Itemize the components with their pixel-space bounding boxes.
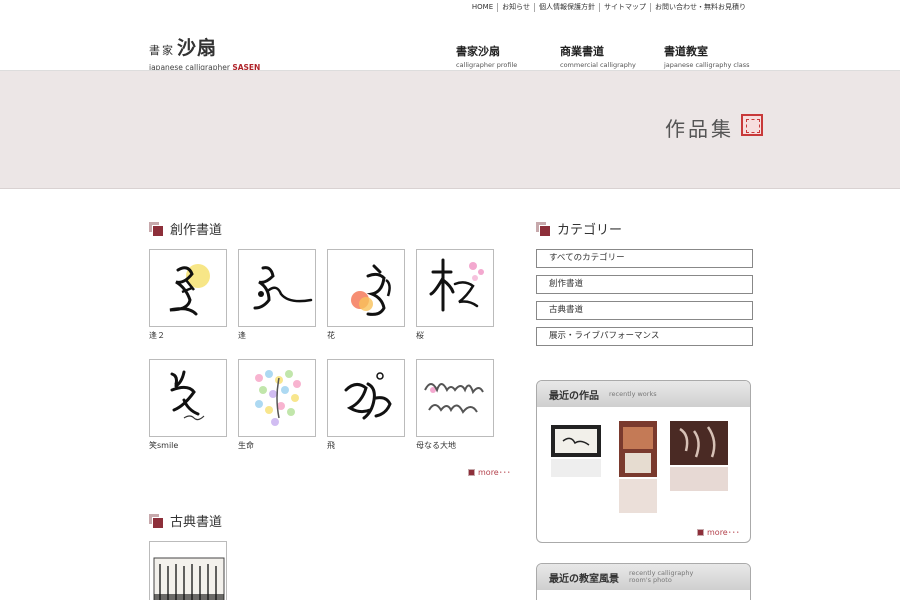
util-link-news[interactable]: お知らせ [497,3,534,12]
work-caption: 飛 [327,441,335,450]
nav-item-sublabel: japanese calligraphy class [664,61,750,69]
work-item[interactable]: 桜 [416,249,494,359]
recent-works-more-link[interactable]: more･･･ [697,527,740,538]
calligraphy-artwork-icon[interactable] [327,249,405,327]
nav-item-class[interactable]: 書道教室 japanese calligraphy class [664,43,768,69]
calligraphy-artwork-icon[interactable] [416,359,494,437]
calligraphy-artwork-icon[interactable] [327,359,405,437]
section-heading-category: カテゴリー [536,219,622,238]
category-item[interactable]: 古典書道 [536,301,753,320]
recent-work-photo[interactable] [670,421,728,491]
nav-item-sublabel: calligrapher profile [456,61,518,69]
work-caption: 笑smile [149,441,179,450]
recent-class-header: 最近の教室風景 recently calligraphy room's photo [537,564,750,590]
section-title: 創作書道 [170,223,223,238]
nav-item-profile[interactable]: 書家沙扇 calligrapher profile [456,43,560,69]
section-heading-classic: 古典書道 [149,511,222,530]
more-square-icon [468,469,475,476]
nav-item-commercial[interactable]: 商業書道 commercial calligraphy [560,43,664,69]
work-caption: 花 [327,331,335,340]
more-label: more･･･ [707,528,740,537]
work-item[interactable]: 飛 [327,359,405,469]
recent-works-header: 最近の作品 recently works [537,381,750,407]
section-title: カテゴリー [557,223,623,238]
box-title: 最近の教室風景 [549,573,619,585]
main-nav: 書家沙扇 calligrapher profile 商業書道 commercia… [456,43,768,69]
work-caption: 逢２ [149,331,165,340]
category-list: すべてのカテゴリー 創作書道 古典書道 展示・ライブパフォーマンス [536,249,753,353]
bullet-square-icon [149,222,164,237]
box-title: 最近の作品 [549,390,599,402]
recent-work-photo[interactable] [549,421,603,481]
hero-banner: 作品集 [0,70,900,189]
logo-small-text: 書家 [149,44,175,57]
page-title: 作品集 [665,117,734,141]
work-item[interactable]: 逢 [238,249,316,359]
section-title: 古典書道 [170,515,223,530]
bullet-square-icon [149,514,164,529]
category-item[interactable]: すべてのカテゴリー [536,249,753,268]
box-subtitle: recently calligraphy room's photo [629,570,693,584]
work-item[interactable]: 花 [327,249,405,359]
section-heading-creative: 創作書道 [149,219,222,238]
more-square-icon [697,529,704,536]
work-caption: 桜 [416,331,424,340]
works-more-link[interactable]: more･･･ [468,467,511,478]
work-caption: 生命 [238,441,254,450]
calligraphy-artwork-icon[interactable] [238,359,316,437]
work-item[interactable]: 母なる大地 [416,359,494,469]
logo-title: 書家 沙扇 [149,33,260,60]
logo-big-text: 沙扇 [177,37,218,59]
util-link-sitemap[interactable]: サイトマップ [599,3,650,12]
box-subtitle-line2: room's photo [629,576,672,584]
util-link-privacy[interactable]: 個人情報保護方針 [534,3,599,12]
recent-class-box: 最近の教室風景 recently calligraphy room's photo [536,563,751,600]
util-link-home[interactable]: HOME [468,3,497,12]
calligraphy-artwork-icon[interactable] [416,249,494,327]
work-item[interactable]: 逢２ [149,249,227,359]
work-item[interactable]: 笑smile [149,359,227,469]
calligraphy-artwork-icon[interactable] [149,249,227,327]
classic-work-thumbnail[interactable] [149,541,227,600]
site-logo[interactable]: 書家 沙扇 japanese calligrapher SASEN [149,33,260,72]
nav-item-sublabel: commercial calligraphy [560,61,636,69]
nav-item-label: 書家沙扇 [456,45,500,58]
category-item[interactable]: 創作書道 [536,275,753,294]
nav-item-label: 書道教室 [664,45,708,58]
nav-item-label: 商業書道 [560,45,604,58]
box-subtitle: recently works [609,389,657,398]
work-caption: 逢 [238,331,246,340]
bullet-square-icon [536,222,551,237]
category-item[interactable]: 展示・ライブパフォーマンス [536,327,753,346]
calligraphy-artwork-icon[interactable] [238,249,316,327]
works-gallery: 逢２ 逢 花 桜 笑smile 生命 飛 母なる大地 [149,249,494,469]
recent-works-box: 最近の作品 recently works more･･･ [536,380,751,543]
work-item[interactable]: 生命 [238,359,316,469]
calligraphy-artwork-icon[interactable] [149,359,227,437]
more-label: more･･･ [478,468,511,477]
recent-work-photo[interactable] [619,421,657,513]
seal-stamp-icon [741,114,763,136]
util-link-contact[interactable]: お問い合わせ・無料お見積り [650,3,750,12]
utility-nav: HOME お知らせ 個人情報保護方針 サイトマップ お問い合わせ・無料お見積り [468,3,750,12]
work-caption: 母なる大地 [416,441,456,450]
